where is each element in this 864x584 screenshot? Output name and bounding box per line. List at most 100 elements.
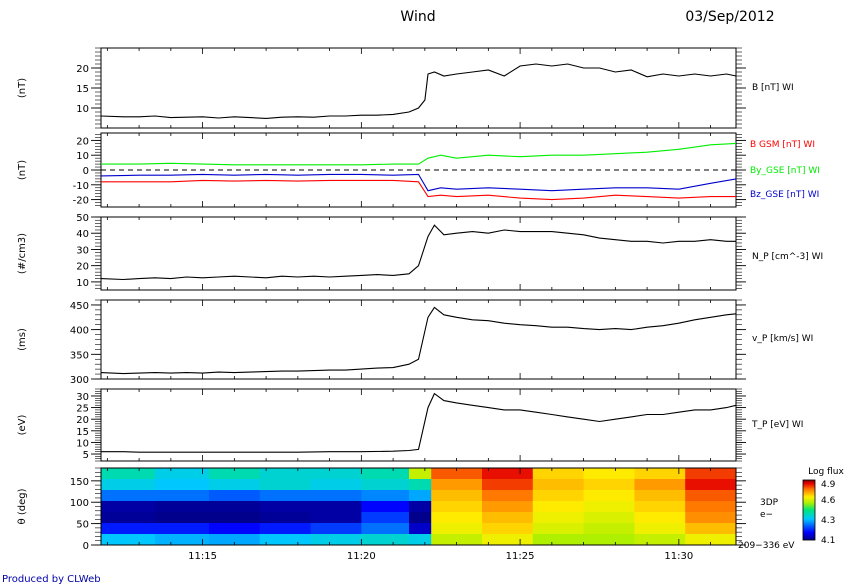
heatmap-cell	[583, 512, 635, 524]
heatmap-cell	[310, 468, 362, 480]
y-tick-label: 20	[76, 64, 89, 75]
heatmap-cell	[482, 523, 534, 535]
heatmap-cell	[408, 523, 432, 535]
heatmap-cell	[101, 534, 156, 546]
y-tick-label: 10	[76, 104, 89, 115]
heatmap-cell	[101, 479, 156, 491]
colorbar-title: Log flux	[808, 467, 844, 477]
heatmap-cell	[431, 490, 483, 502]
heatmap-cell	[634, 523, 686, 535]
series-label: v_P [km/s] WI	[752, 334, 813, 344]
heatmap-cell	[482, 534, 534, 546]
heatmap-cell	[431, 523, 483, 535]
y-tick-label: 150	[70, 477, 89, 488]
heatmap-cell	[482, 512, 534, 524]
heatmap-cell	[532, 534, 585, 546]
y-tick-label: -20	[73, 196, 89, 207]
heatmap-cell	[154, 490, 210, 502]
heatmap-cell	[361, 534, 410, 546]
heatmap-cell	[408, 512, 432, 524]
heatmap-cell	[583, 523, 635, 535]
heatmap-cell	[361, 479, 410, 491]
heatmap-cell	[361, 512, 410, 524]
heatmap-cell	[154, 523, 210, 535]
heatmap-cell	[310, 490, 362, 502]
heatmap-cell	[101, 490, 156, 502]
heatmap-cell	[685, 501, 737, 513]
heatmap-cell	[101, 501, 156, 513]
heatmap-cell	[532, 468, 585, 480]
series-label: By_GSE [nT] WI	[750, 166, 820, 176]
heatmap-cell	[634, 490, 686, 502]
y-tick-label: 10	[76, 151, 89, 162]
heatmap-cell	[154, 512, 210, 524]
heatmap-cell	[532, 501, 585, 513]
y-tick-label: 100	[70, 498, 89, 509]
heatmap-cell	[208, 479, 261, 491]
heatmap-cell	[208, 501, 261, 513]
heatmap-cell	[408, 501, 432, 513]
heatmap-cell	[532, 490, 585, 502]
heatmap-cell	[482, 490, 534, 502]
x-tick-label: 11:20	[347, 551, 376, 562]
y-axis-label: (nT)	[17, 78, 28, 98]
y-axis-label: θ (deg)	[17, 488, 28, 524]
heatmap-cell	[259, 534, 312, 546]
y-axis-label: (nT)	[17, 160, 28, 180]
y-tick-label: 30	[76, 245, 89, 256]
multi-panel-chart: Wind 03/Sep/2012 Produced by CLWeb 10152…	[2, 9, 844, 584]
y-tick-label: 350	[70, 350, 89, 361]
y-tick-label: -10	[73, 181, 89, 192]
heatmap-cell	[532, 512, 585, 524]
heatmap-cell	[310, 512, 362, 524]
heatmap-cell	[583, 534, 635, 546]
heatmap-cell	[101, 512, 156, 524]
series-label: T_P [eV] WI	[751, 420, 803, 430]
heatmap-cell	[361, 523, 410, 535]
chart-date: 03/Sep/2012	[685, 9, 774, 25]
panel-frame	[100, 299, 737, 380]
panel-tp: 51015202530 (eV) T_P [eV] WI	[17, 388, 803, 462]
heatmap-cell	[431, 512, 483, 524]
y-tick-label: 10	[76, 438, 89, 449]
series-line	[100, 306, 737, 375]
heatmap-cell	[583, 490, 635, 502]
heatmap-cell	[361, 468, 410, 480]
heatmap-cell	[408, 479, 432, 491]
heatmap-cell	[583, 468, 635, 480]
heatmap-cell	[310, 534, 362, 546]
colorbar-tick-label: 4.1	[821, 536, 835, 546]
heatmap-cell	[431, 479, 483, 491]
panel-frame	[100, 216, 737, 291]
colorbar: Log flux 4.9 4.6 4.3 4.1	[802, 467, 844, 546]
y-axis-label: (eV)	[17, 415, 28, 436]
series-line	[101, 392, 737, 453]
y-axis-label: (#/cm3)	[17, 233, 28, 274]
heatmap-cell	[634, 479, 686, 491]
y-tick-label: 20	[76, 415, 89, 426]
heatmap-cell	[634, 468, 686, 480]
heatmap-label: 3DP	[760, 498, 779, 508]
heatmap-cell	[259, 490, 312, 502]
series-label: B GSM [nT] WI	[750, 140, 815, 150]
y-tick-label: 40	[76, 229, 89, 240]
heatmap-cell	[583, 479, 635, 491]
x-tick-label: 11:25	[506, 551, 535, 562]
y-tick-label: 50	[76, 213, 89, 224]
y-tick-label: 0	[83, 541, 89, 552]
heatmap-cell	[154, 501, 210, 513]
heatmap-cell	[259, 479, 312, 491]
y-tick-label: 50	[76, 520, 89, 531]
panel-b: 10 15 20 (nT) B [nT] WI	[17, 47, 794, 129]
heatmap-cell	[408, 534, 432, 546]
heatmap-cell	[408, 468, 432, 480]
colorbar-tick-label: 4.9	[821, 480, 836, 490]
energy-label: 209−336 eV	[738, 541, 795, 551]
heatmap-cell	[101, 523, 156, 535]
y-tick-label: 30	[76, 392, 89, 403]
heatmap-cell	[634, 501, 686, 513]
series-line	[101, 142, 737, 166]
y-tick-label: 10	[76, 278, 89, 289]
x-tick-label: 11:30	[664, 551, 693, 562]
heatmap-cell	[310, 523, 362, 535]
